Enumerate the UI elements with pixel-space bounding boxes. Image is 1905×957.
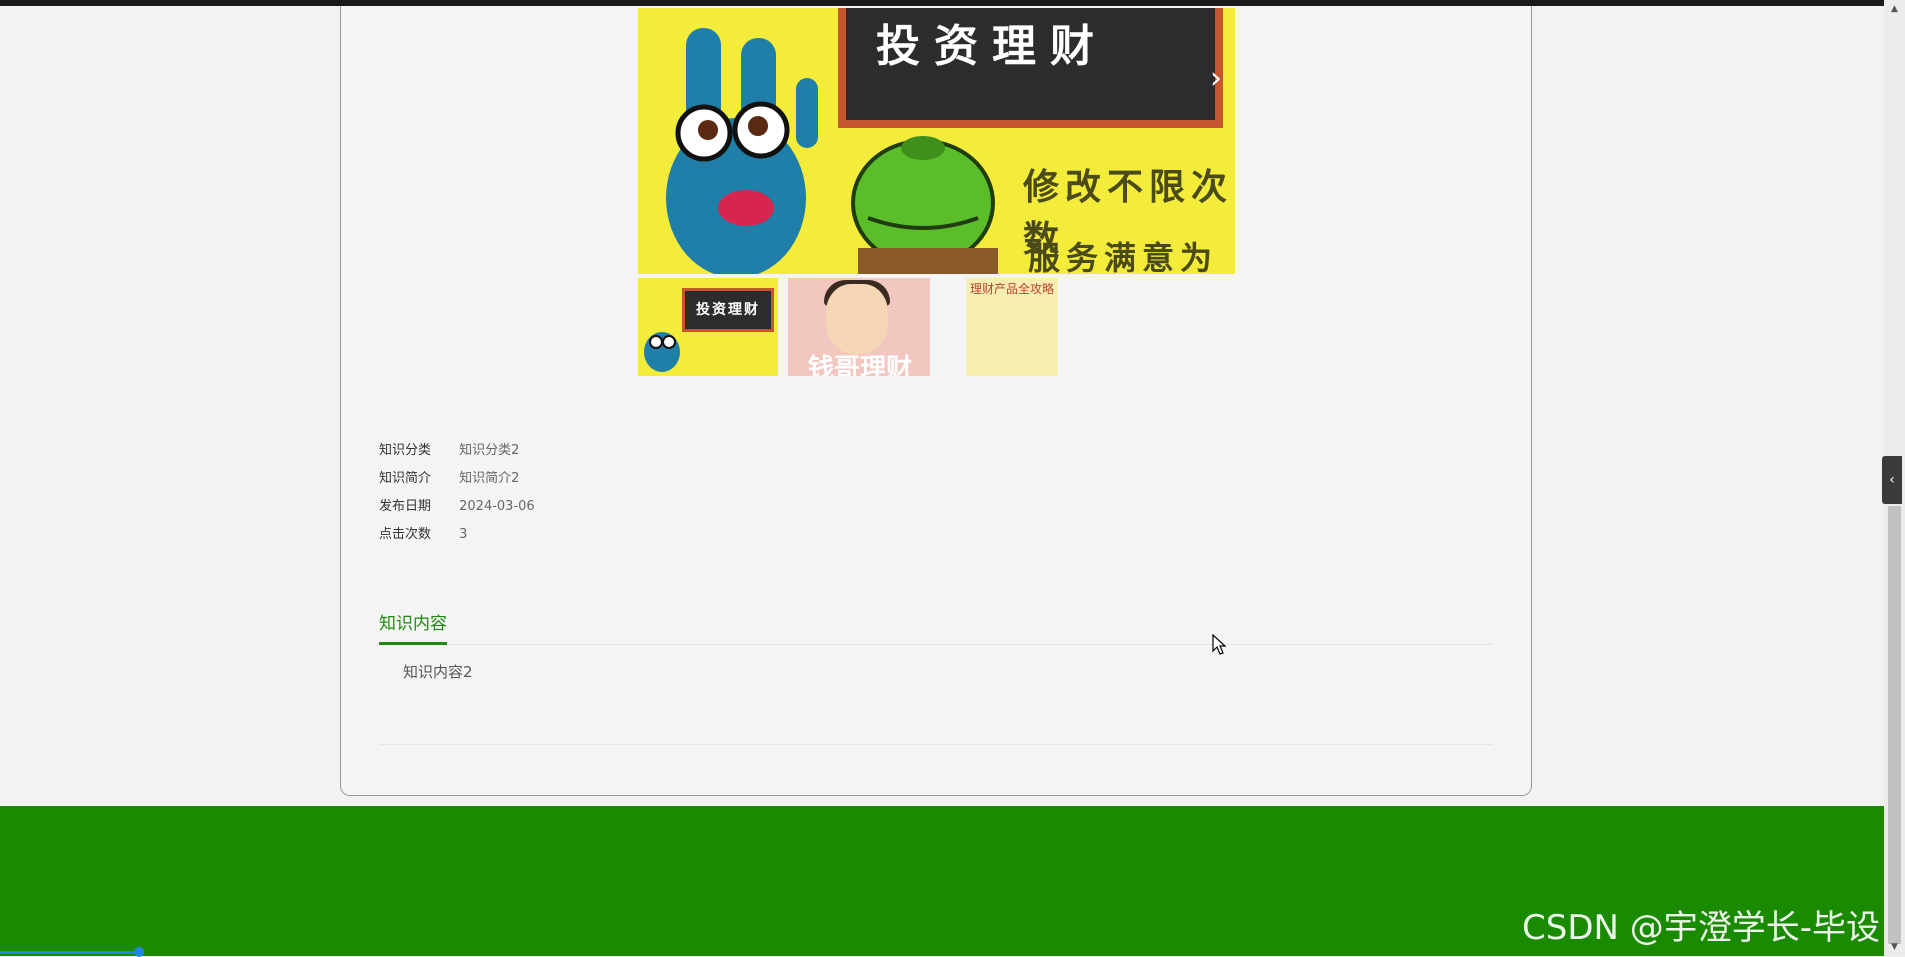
info-value: 知识分类2 [459,443,520,458]
info-row-category: 知识分类 知识分类2 [379,441,535,469]
knowledge-info: 知识分类 知识分类2 知识简介 知识简介2 发布日期 2024-03-06 点击… [379,441,535,553]
carousel-main-image[interactable]: 投资理财 修改不限次数 服务满意为止 › [638,8,1235,274]
blue-mascot-thumb-icon [644,332,680,372]
content-divider [379,744,1493,745]
thumbnail-3[interactable]: 理财产品全攻略 [966,278,1058,376]
person-face [826,284,888,354]
knowledge-content-text: 知识内容2 [403,663,473,681]
thumbnail-3-title: 理财产品全攻略 [970,282,1055,296]
info-label: 知识简介 [379,471,432,486]
blue-mascot-illustration [666,28,818,274]
info-value: 知识简介2 [459,471,520,486]
info-value: 2024-03-06 [459,499,535,514]
content-tab-bar: 知识内容 [379,610,1493,645]
info-row-summary: 知识简介 知识简介2 [379,469,535,497]
info-row-date: 发布日期 2024-03-06 [379,497,535,525]
thumbnail-2[interactable]: 钱哥理财 [788,278,930,376]
mouse-cursor-icon [1212,634,1227,655]
info-row-clicks: 点击次数 3 [379,525,535,553]
info-label: 发布日期 [379,499,432,514]
slogan-line-2: 服务满意为止 [1028,239,1219,274]
info-label: 知识分类 [379,443,432,458]
green-mascot-illustration [851,136,998,274]
thumbnail-1[interactable]: 投资理财 [638,278,778,376]
info-value: 3 [459,527,468,542]
tab-knowledge-content[interactable]: 知识内容 [379,610,447,645]
info-label: 点击次数 [379,527,432,542]
chevron-right-icon[interactable]: › [1210,64,1222,94]
thumbnail-1-board: 投资理财 [682,288,774,332]
scroll-thumb[interactable] [1888,506,1901,944]
scroll-up-arrow-icon[interactable]: ▲ [1884,2,1905,16]
board-title: 投资理财 [876,21,1108,72]
thumbnail-2-title: 钱哥理财 [807,354,912,376]
scroll-down-arrow-icon[interactable]: ▼ [1884,940,1905,954]
chevron-left-icon[interactable]: ‹ [1882,456,1902,504]
video-progress-bar[interactable] [0,951,140,954]
csdn-watermark: CSDN @宇澄学长-毕设 [1522,908,1881,948]
